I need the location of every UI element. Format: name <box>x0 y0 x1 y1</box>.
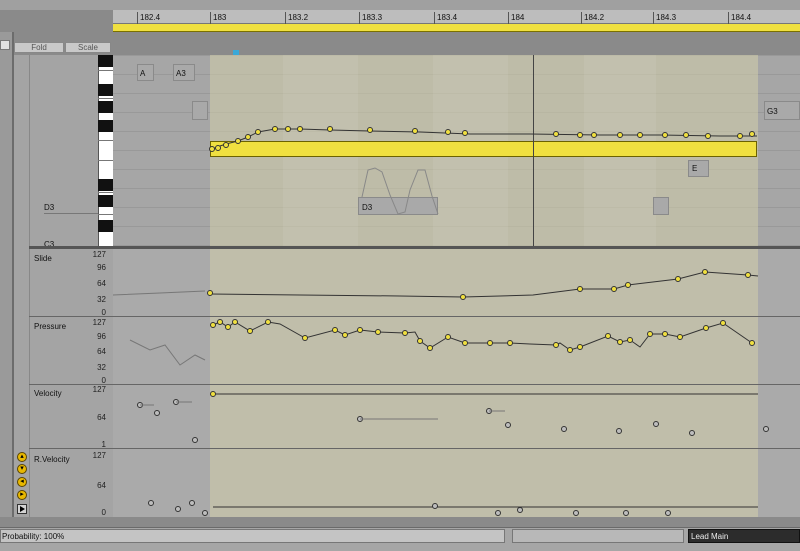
rvelocity-point-dim <box>573 510 579 516</box>
pressure-point <box>720 320 726 326</box>
pressure-point <box>507 340 513 346</box>
pressure-point <box>617 339 623 345</box>
bend-point <box>235 138 241 144</box>
bend-point <box>209 146 215 152</box>
pressure-point <box>462 340 468 346</box>
bend-point <box>462 130 468 136</box>
pressure-point <box>357 327 363 333</box>
slide-point <box>702 269 708 275</box>
velocity-point-dim <box>192 437 198 443</box>
bend-point <box>637 132 643 138</box>
rvelocity-point-dim <box>432 503 438 509</box>
clip-editor: 182.4 183 183.2 183.3 183.4 184 184.2 184.3 184.… <box>0 0 800 551</box>
pressure-point <box>332 327 338 333</box>
pressure-point <box>217 319 223 325</box>
velocity-point-dim <box>561 426 567 432</box>
slide-point <box>745 272 751 278</box>
pressure-point <box>553 342 559 348</box>
slide-point <box>577 286 583 292</box>
pressure-point <box>605 333 611 339</box>
pressure-point <box>427 345 433 351</box>
pressure-point <box>749 340 755 346</box>
status-scrub-field[interactable] <box>512 529 684 543</box>
velocity-point-dim <box>763 426 769 432</box>
pressure-point <box>567 347 573 353</box>
velocity-point-dim <box>653 421 659 427</box>
bend-point <box>272 126 278 132</box>
pressure-point <box>627 337 633 343</box>
bend-point <box>617 132 623 138</box>
pressure-point <box>210 322 216 328</box>
pressure-point <box>232 319 238 325</box>
bend-point <box>445 129 451 135</box>
bend-point <box>591 132 597 138</box>
rvelocity-point-dim <box>189 500 195 506</box>
pressure-point <box>247 328 253 334</box>
rvelocity-point-dim <box>148 500 154 506</box>
bend-point <box>297 126 303 132</box>
bend-point <box>749 131 755 137</box>
bend-point <box>705 133 711 139</box>
pressure-point <box>375 329 381 335</box>
bend-point <box>412 128 418 134</box>
velocity-point-dim <box>154 410 160 416</box>
bend-point <box>255 129 261 135</box>
bend-point <box>683 132 689 138</box>
bend-point <box>285 126 291 132</box>
pressure-point <box>445 334 451 340</box>
rvelocity-point-dim <box>175 506 181 512</box>
track-name: Lead Main <box>691 532 729 541</box>
slide-point <box>460 294 466 300</box>
pressure-point <box>703 325 709 331</box>
rvelocity-point-dim <box>517 507 523 513</box>
rvelocity-point-dim <box>202 510 208 516</box>
rvelocity-point-dim <box>623 510 629 516</box>
pressure-point <box>662 331 668 337</box>
slide-point <box>611 286 617 292</box>
pressure-point <box>677 334 683 340</box>
pressure-point <box>342 332 348 338</box>
bend-point <box>662 132 668 138</box>
pressure-point <box>487 340 493 346</box>
velocity-point-dim <box>505 422 511 428</box>
bend-point <box>553 131 559 137</box>
probability-readout: Probability: 100% <box>2 532 65 541</box>
pressure-point <box>417 338 423 344</box>
bend-point <box>327 126 333 132</box>
pressure-point <box>302 335 308 341</box>
velocity-point-dim <box>616 428 622 434</box>
pressure-point <box>265 319 271 325</box>
bend-point <box>245 134 251 140</box>
probability-field[interactable] <box>0 529 505 543</box>
velocity-point <box>210 391 216 397</box>
bend-point <box>367 127 373 133</box>
bend-point <box>215 145 221 151</box>
pressure-point <box>647 331 653 337</box>
rvelocity-point-dim <box>495 510 501 516</box>
bend-point <box>577 132 583 138</box>
slide-point <box>675 276 681 282</box>
slide-point <box>625 282 631 288</box>
pressure-point <box>225 324 231 330</box>
velocity-point-dim <box>689 430 695 436</box>
automation-points[interactable] <box>0 0 800 551</box>
rvelocity-point-dim <box>665 510 671 516</box>
pressure-point <box>577 344 583 350</box>
bend-point <box>737 133 743 139</box>
slide-point <box>207 290 213 296</box>
bend-point <box>223 142 229 148</box>
pressure-point <box>402 330 408 336</box>
